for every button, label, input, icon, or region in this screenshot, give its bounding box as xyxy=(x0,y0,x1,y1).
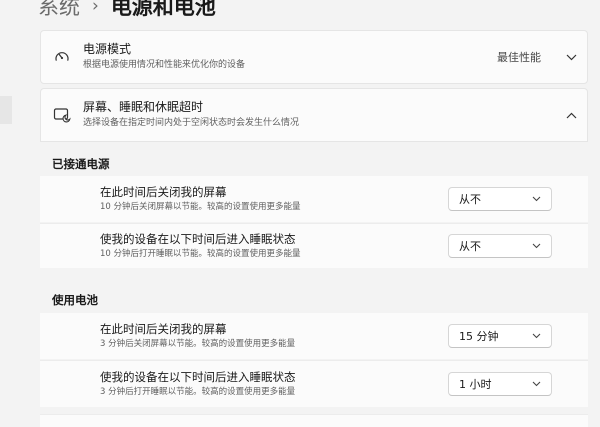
battery-sleep-subtitle: 3 分钟后打开睡眠以节能。较高的设置使用更多能量 xyxy=(100,387,296,397)
power-mode-gauge-icon xyxy=(41,49,83,65)
chevron-down-icon[interactable] xyxy=(555,54,587,61)
dropdown-value: 从不 xyxy=(459,193,481,206)
screen-sleep-card-header[interactable]: 屏幕、睡眠和休眠超时 选择设备在指定时间内处于空闲状态时会发生什么情况 xyxy=(40,88,588,142)
chevron-down-icon xyxy=(532,381,541,387)
breadcrumb-parent[interactable]: 系统 xyxy=(38,0,80,21)
section-label-plugged-in: 已接通电源 xyxy=(52,157,110,171)
power-mode-subtitle: 根据电源使用情况和性能来优化你的设备 xyxy=(83,60,246,70)
plugged-screen-off-dropdown[interactable]: 从不 xyxy=(448,187,552,211)
dropdown-value: 15 分钟 xyxy=(459,330,499,343)
battery-screen-off-dropdown[interactable]: 15 分钟 xyxy=(448,324,552,348)
dropdown-value: 从不 xyxy=(459,240,481,253)
plugged-sleep-row: 使我的设备在以下时间后进入睡眠状态 10 分钟后打开睡眠以节能。较高的设置使用更… xyxy=(40,224,588,268)
breadcrumb: 系统 › 电源和电池 xyxy=(38,0,216,22)
power-mode-value[interactable]: 最佳性能 xyxy=(497,49,541,65)
plugged-sleep-subtitle: 10 分钟后打开睡眠以节能。较高的设置使用更多能量 xyxy=(100,249,301,259)
chevron-down-icon xyxy=(532,243,541,249)
chevron-up-icon[interactable] xyxy=(555,112,587,119)
plugged-screen-off-subtitle: 10 分钟后关闭屏幕以节能。较高的设置使用更多能量 xyxy=(100,202,301,212)
battery-sleep-title: 使我的设备在以下时间后进入睡眠状态 xyxy=(100,370,296,384)
battery-screen-off-row: 在此时间后关闭我的屏幕 3 分钟后关闭屏幕以节能。较高的设置使用更多能量 15 … xyxy=(40,313,588,359)
section-label-on-battery: 使用电池 xyxy=(52,293,98,307)
chevron-down-icon xyxy=(532,333,541,339)
power-mode-card[interactable]: 电源模式 根据电源使用情况和性能来优化你的设备 最佳性能 xyxy=(40,30,588,84)
dropdown-value: 1 小时 xyxy=(459,378,492,391)
screen-sleep-title: 屏幕、睡眠和休眠超时 xyxy=(83,100,204,114)
next-row-partial xyxy=(40,415,588,427)
plugged-sleep-title: 使我的设备在以下时间后进入睡眠状态 xyxy=(100,232,296,246)
screen-sleep-subtitle: 选择设备在指定时间内处于空闲状态时会发生什么情况 xyxy=(83,118,300,128)
battery-screen-off-subtitle: 3 分钟后关闭屏幕以节能。较高的设置使用更多能量 xyxy=(100,339,296,349)
power-mode-title: 电源模式 xyxy=(83,42,132,56)
screen-sleep-icon xyxy=(41,107,83,123)
plugged-sleep-dropdown[interactable]: 从不 xyxy=(448,234,552,258)
page-title: 电源和电池 xyxy=(110,0,216,19)
battery-sleep-dropdown[interactable]: 1 小时 xyxy=(448,372,552,396)
breadcrumb-separator: › xyxy=(92,0,99,16)
plugged-screen-off-title: 在此时间后关闭我的屏幕 xyxy=(100,185,227,199)
plugged-screen-off-row: 在此时间后关闭我的屏幕 10 分钟后关闭屏幕以节能。较高的设置使用更多能量 从不 xyxy=(40,176,588,222)
battery-sleep-row: 使我的设备在以下时间后进入睡眠状态 3 分钟后打开睡眠以节能。较高的设置使用更多… xyxy=(40,361,588,407)
battery-screen-off-title: 在此时间后关闭我的屏幕 xyxy=(100,322,227,336)
nav-selection-strip xyxy=(0,96,12,124)
chevron-down-icon xyxy=(532,196,541,202)
